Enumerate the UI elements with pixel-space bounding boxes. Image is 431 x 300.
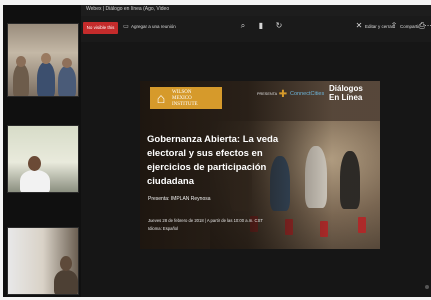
building-icon: ⌂	[156, 90, 166, 106]
participant-person	[58, 66, 76, 96]
participant-person	[13, 64, 29, 96]
wilson-center-logo: ⌂ WILSON MEXICO INSTITUTE	[150, 87, 222, 109]
rotate-icon[interactable]: ↻	[274, 21, 284, 31]
participant-head	[16, 56, 26, 67]
add-to-meeting-button[interactable]: Agregar a una reunión	[131, 24, 176, 29]
slide-date: Jueves 28 de febrero de 2018 | A partir …	[148, 218, 263, 223]
presentation-slide: ⌂ WILSON MEXICO INSTITUTE PRESENTA ✚ Con…	[140, 81, 380, 249]
presenta-label: PRESENTA	[257, 92, 278, 96]
slide-language: Idioma: Español	[148, 226, 179, 231]
dialogos-heading: Diálogos En Línea	[329, 84, 363, 102]
participant-video-3[interactable]	[7, 227, 79, 295]
more-icon[interactable]: ⋯	[424, 21, 431, 31]
participant-person	[37, 62, 55, 96]
shared-screen-area: Webex | Diálogo en línea (Ago, Video No …	[81, 5, 431, 297]
search-icon[interactable]: ⌕	[238, 21, 248, 31]
trash-icon[interactable]: ▮	[256, 21, 266, 31]
share-icon[interactable]: ⇪	[389, 21, 399, 31]
participant-head	[41, 53, 51, 64]
share-screen-icon[interactable]: ▭	[121, 22, 131, 32]
participant-head	[62, 58, 72, 68]
toolbar: No visible this ▭ Agregar a una reunión …	[81, 16, 431, 42]
participant-person	[54, 270, 78, 294]
org-name: WILSON MEXICO INSTITUTE	[172, 90, 198, 107]
participant-head	[60, 256, 72, 271]
participant-head	[28, 156, 41, 171]
title-bar: Webex | Diálogo en línea (Ago, Video	[81, 5, 431, 16]
participant-video-1[interactable]	[7, 23, 79, 97]
tools-icon[interactable]: ✕	[354, 21, 364, 31]
connectcities-name: ConnectCities	[290, 91, 325, 97]
video-call-window: Webex | Diálogo en línea (Ago, Video No …	[3, 5, 431, 297]
slide-title: Gobernanza Abierta: La veda electoral y …	[147, 134, 279, 187]
participant-video-2[interactable]	[7, 125, 79, 193]
window-title: Webex | Diálogo en línea (Ago, Video	[86, 6, 170, 12]
stop-sharing-button[interactable]: No visible this	[83, 22, 118, 34]
participant-person	[20, 170, 50, 192]
slide-presenter: Presenta: IMPLAN Reynosa	[148, 196, 211, 202]
scroll-indicator[interactable]	[425, 285, 429, 289]
connectcities-logo-icon: ✚	[278, 89, 288, 100]
participant-panel	[3, 5, 81, 297]
